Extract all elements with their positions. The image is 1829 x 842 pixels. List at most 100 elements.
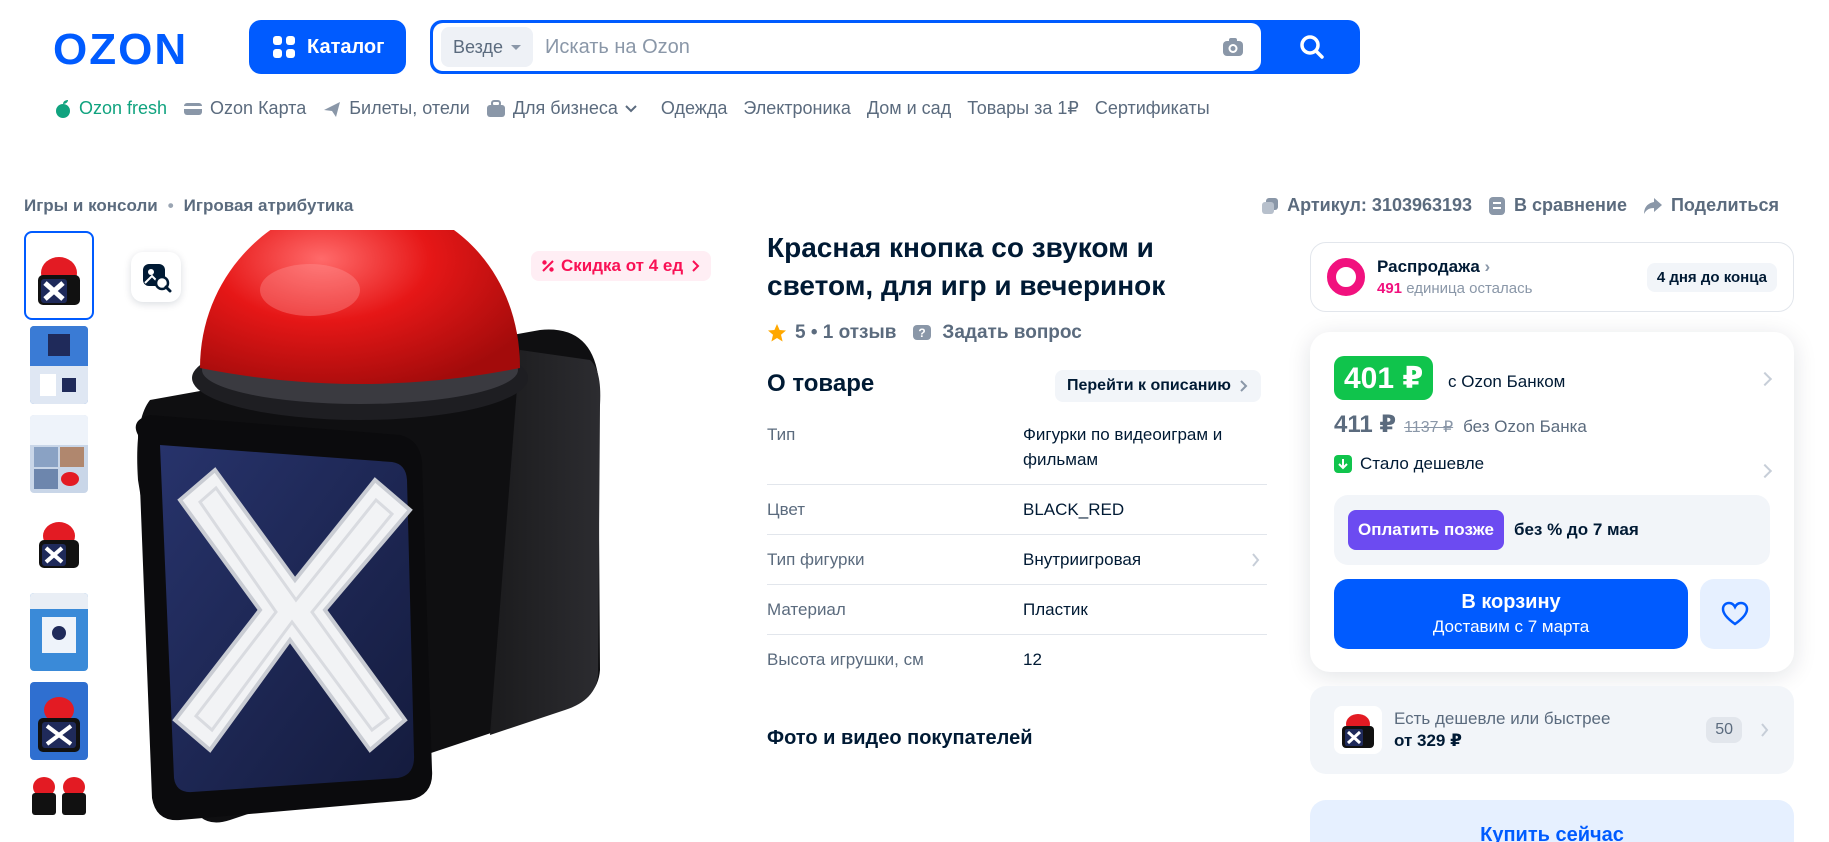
product-thumbnail-image xyxy=(30,770,88,842)
price-card: 401 ₽ с Ozon Банком 411 ₽ 1137 ₽ без Ozo… xyxy=(1310,332,1794,672)
image-search-button[interactable] xyxy=(131,252,181,302)
nav-tickets-hotels[interactable]: Билеты, отели xyxy=(322,98,470,119)
pay-later-text: без % до 7 мая xyxy=(1513,520,1639,539)
chevron-right-icon[interactable] xyxy=(1757,371,1773,387)
leaf-icon xyxy=(56,99,70,118)
top-navigation: Ozon fresh Ozon Карта Билеты, отели Для … xyxy=(54,98,1226,119)
briefcase-icon xyxy=(486,99,505,117)
spec-value: Пластик xyxy=(1023,600,1088,619)
product-thumbnail-image xyxy=(30,681,88,760)
discount-badge[interactable]: Скидка от 4 ед xyxy=(531,251,712,281)
old-price: 1137 ₽ xyxy=(1404,419,1454,436)
regular-price: 411 ₽ xyxy=(1334,411,1397,438)
spec-value: 12 xyxy=(1023,650,1042,669)
catalog-button[interactable]: Каталог xyxy=(249,20,406,74)
product-thumbnail-image xyxy=(30,592,88,671)
sale-ring-icon xyxy=(1327,258,1365,296)
nav-goods-for-1[interactable]: Товары за 1₽ xyxy=(967,98,1079,119)
chevron-right-icon[interactable] xyxy=(1757,463,1773,479)
ozon-logo[interactable]: OZON xyxy=(53,26,217,70)
compare-button[interactable]: В сравнение xyxy=(1488,195,1627,216)
heart-icon xyxy=(1721,601,1749,626)
offer-line2: от 329 ₽ xyxy=(1394,731,1462,750)
catalog-label: Каталог xyxy=(307,35,385,58)
nav-ozon-fresh[interactable]: Ozon fresh xyxy=(54,98,167,119)
search-button[interactable] xyxy=(1264,20,1360,74)
copy-icon xyxy=(1262,197,1279,214)
spec-row[interactable]: Тип фигурки Внутриигровая xyxy=(767,535,1267,585)
arrow-down-icon xyxy=(1334,455,1352,473)
product-thumbnail-image xyxy=(30,503,88,582)
buy-now-button[interactable]: Купить сейчас xyxy=(1310,800,1794,842)
nav-home-garden[interactable]: Дом и сад xyxy=(867,98,951,119)
search-bar: Везде xyxy=(430,20,1360,74)
spec-key: Тип фигурки xyxy=(767,550,865,569)
pay-later-block[interactable]: Оплатить позже без % до 7 мая xyxy=(1334,495,1770,565)
product-actions: Артикул: 3103963193 В сравнение Поделить… xyxy=(1245,195,1779,216)
breadcrumb-item[interactable]: Игровая атрибутика xyxy=(184,196,354,216)
go-to-description-button[interactable]: Перейти к описанию xyxy=(1055,370,1261,402)
search-input[interactable] xyxy=(533,27,1219,67)
delivery-label: Доставим с 7 марта xyxy=(1432,617,1590,636)
spec-value: BLACK_RED xyxy=(1023,500,1125,519)
thumbnail[interactable] xyxy=(24,676,94,765)
offer-count-badge: 50 xyxy=(1706,717,1742,743)
search-scope-dropdown[interactable]: Везде xyxy=(441,27,533,67)
thumbnail[interactable] xyxy=(24,409,94,498)
product-main-image[interactable] xyxy=(120,230,720,842)
sale-card[interactable]: Распродажа › 491 единица осталась 4 дня … xyxy=(1310,242,1794,312)
customer-photos-heading: Фото и видео покупателей xyxy=(767,727,1033,749)
article-number[interactable]: Артикул: 3103963193 xyxy=(1261,195,1472,216)
rating-row: 5 • 1 отзыв ? Задать вопрос xyxy=(767,322,1082,344)
favorite-button[interactable] xyxy=(1700,579,1770,649)
chevron-down-icon xyxy=(625,104,637,112)
nav-electronics[interactable]: Электроника xyxy=(743,98,850,119)
thumbnail[interactable] xyxy=(24,498,94,587)
caret-down-icon xyxy=(511,44,521,50)
product-thumbnail-image xyxy=(30,325,88,404)
chevron-right-icon xyxy=(1761,723,1769,737)
other-offers[interactable]: Есть дешевле или быстрее от 329 ₽ 50 xyxy=(1310,686,1794,774)
product-thumbnail-image xyxy=(30,236,88,315)
thumbnail[interactable] xyxy=(24,765,94,842)
spec-row: Цвет BLACK_RED xyxy=(767,485,1267,535)
spec-value: Фигурки по видеоиграм и фильмам xyxy=(1023,425,1223,469)
spec-key: Цвет xyxy=(767,500,806,519)
specs-table: Тип Фигурки по видеоиграм и фильмам Цвет… xyxy=(767,410,1267,684)
percent-icon xyxy=(542,260,554,272)
thumbnail-strip xyxy=(24,231,94,842)
regular-price-row: 411 ₽ 1137 ₽ без Ozon Банка xyxy=(1334,410,1587,439)
cart-label: В корзину xyxy=(1461,591,1561,613)
price-dropped-row[interactable]: Стало дешевле xyxy=(1334,454,1484,474)
compare-icon xyxy=(1489,196,1506,215)
about-heading: О товаре xyxy=(767,370,875,397)
product-thumbnail-image xyxy=(30,414,88,493)
share-icon xyxy=(1643,197,1662,214)
nav-clothing[interactable]: Одежда xyxy=(661,98,727,119)
bank-price-label: с Ozon Банком xyxy=(1448,372,1566,391)
spec-key: Тип xyxy=(767,425,796,444)
share-button[interactable]: Поделиться xyxy=(1643,195,1779,216)
nav-for-business[interactable]: Для бизнеса xyxy=(486,98,645,119)
thumbnail[interactable] xyxy=(24,231,94,320)
thumbnail[interactable] xyxy=(24,320,94,409)
nav-ozon-card[interactable]: Ozon Карта xyxy=(183,98,306,119)
chevron-right-icon xyxy=(1252,553,1260,567)
rating-text[interactable]: 5 • 1 отзыв xyxy=(795,322,896,344)
question-icon: ? xyxy=(913,325,932,340)
search-icon xyxy=(1300,35,1324,59)
svg-text:?: ? xyxy=(919,326,926,340)
grid-icon xyxy=(273,36,295,58)
ask-question-button[interactable]: ? Задать вопрос xyxy=(912,322,1082,344)
breadcrumb-item[interactable]: Игры и консоли xyxy=(24,196,158,216)
nav-certificates[interactable]: Сертификаты xyxy=(1095,98,1210,119)
camera-icon[interactable] xyxy=(1219,33,1247,61)
spec-row: Тип Фигурки по видеоиграм и фильмам xyxy=(767,410,1267,485)
sale-text: Распродажа › 491 единица осталась xyxy=(1377,257,1532,297)
add-to-cart-button[interactable]: В корзину Доставим с 7 марта xyxy=(1334,579,1688,649)
bank-price[interactable]: 401 ₽ xyxy=(1334,356,1434,400)
sale-title: Распродажа › xyxy=(1377,257,1491,276)
svg-text:OZON: OZON xyxy=(53,26,188,70)
thumbnail[interactable] xyxy=(24,587,94,676)
pay-later-button[interactable]: Оплатить позже xyxy=(1348,510,1504,550)
